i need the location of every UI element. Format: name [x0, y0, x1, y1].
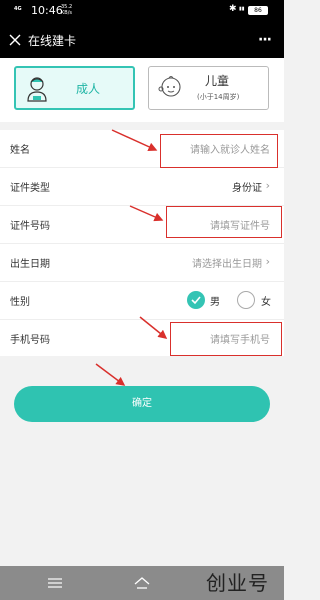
id-type-label: 证件类型 [10, 183, 50, 194]
gender-label: 性别 [10, 297, 30, 308]
female-label: 女 [261, 297, 271, 308]
birth-date-row[interactable]: 出生日期 请选择出生日期 › [0, 244, 284, 282]
birth-date-picker[interactable]: 请选择出生日期 [192, 255, 262, 270]
id-type-value[interactable]: 身份证 [232, 179, 262, 194]
child-age-note: (小于14周岁) [197, 93, 240, 101]
child-type-card[interactable]: 儿童 (小于14周岁) [148, 66, 269, 110]
name-label: 姓名 [10, 145, 30, 156]
chevron-right-icon: › [265, 255, 270, 268]
male-radio[interactable] [187, 291, 205, 309]
annotation-box-name [160, 134, 278, 168]
network-speed: 35.2 KB/s [61, 4, 73, 16]
child-icon [158, 76, 181, 97]
more-icon[interactable]: ··· [258, 32, 272, 48]
annotation-box-id [166, 206, 282, 238]
signal-indicator: 4G [14, 6, 22, 12]
patient-type-selector: 成人 儿童 (小于14周岁) [0, 58, 284, 122]
menu-icon[interactable] [47, 577, 63, 589]
bluetooth-icon: ✱ [229, 4, 237, 14]
id-number-label: 证件号码 [10, 221, 50, 232]
status-time: 10:46 [31, 4, 63, 17]
id-type-row[interactable]: 证件类型 身份证 › [0, 168, 284, 206]
arrow-to-confirm [95, 363, 126, 386]
cell-signal-icon: ▮▮ [239, 6, 245, 12]
check-icon [191, 296, 201, 305]
home-icon[interactable] [133, 575, 151, 591]
male-label: 男 [210, 297, 220, 308]
female-radio[interactable] [237, 291, 255, 309]
adult-type-card[interactable]: 成人 [14, 66, 135, 110]
phone-label: 手机号码 [10, 335, 50, 346]
birth-date-label: 出生日期 [10, 259, 50, 270]
adult-type-label: 成人 [76, 82, 101, 96]
close-icon[interactable] [8, 33, 22, 47]
title-bar: 在线建卡 ··· [0, 22, 284, 58]
chevron-right-icon: › [265, 179, 270, 192]
adult-icon [27, 77, 47, 102]
page-title: 在线建卡 [28, 34, 77, 48]
annotation-box-phone [170, 322, 282, 356]
battery-icon: 86 [248, 6, 268, 15]
status-bar: 4G 10:46 35.2 KB/s ✱ ▮▮ 86 [0, 0, 284, 22]
child-type-label: 儿童 [205, 74, 230, 88]
gender-row: 性别 男 女 [0, 282, 284, 320]
confirm-button[interactable]: 确定 [14, 386, 270, 422]
watermark: 创业号 [206, 571, 269, 595]
